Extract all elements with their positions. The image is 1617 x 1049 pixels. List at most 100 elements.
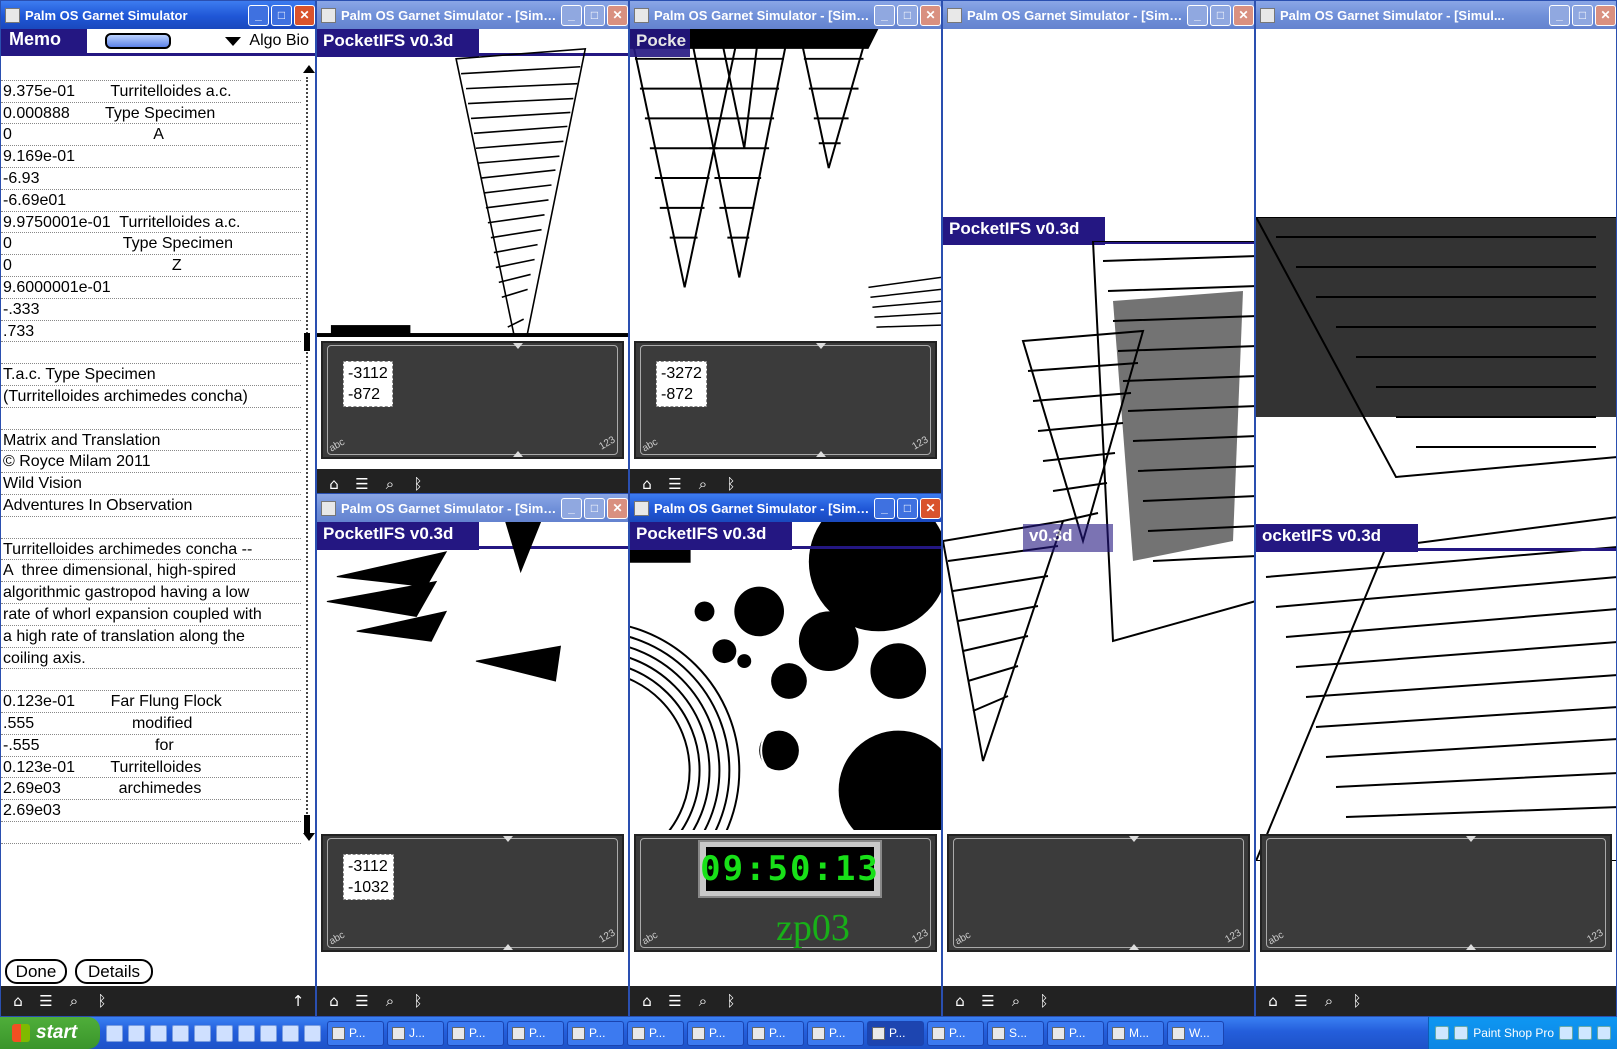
sim1-title-bar[interactable]: Palm OS Garnet Simulator - [Simul... _ □… (317, 1, 628, 29)
graffiti-area[interactable]: abc 123 (1260, 834, 1612, 952)
tray-app-label[interactable]: Paint Shop Pro (1473, 1026, 1554, 1040)
tray-icon[interactable] (1454, 1026, 1469, 1040)
up-arrow-icon[interactable]: ↑ (287, 992, 309, 1010)
menu-icon[interactable]: ☰ (351, 475, 373, 493)
bluetooth-icon[interactable]: ᛒ (1346, 992, 1368, 1010)
taskbar-window-button[interactable]: P... (447, 1020, 504, 1046)
menu-icon[interactable]: ☰ (1290, 992, 1312, 1010)
bluetooth-icon[interactable]: ᛒ (407, 475, 429, 493)
taskbar-window-button[interactable]: W... (1167, 1020, 1224, 1046)
close-icon[interactable]: ✕ (1595, 4, 1616, 26)
tray-icon[interactable] (1578, 1026, 1592, 1040)
minimize-icon[interactable]: _ (874, 497, 895, 519)
bluetooth-icon[interactable]: ᛒ (720, 475, 742, 493)
minimize-icon[interactable]: _ (1187, 4, 1208, 26)
memo-app-label[interactable]: Memo (1, 29, 87, 55)
bluetooth-icon[interactable]: ᛒ (720, 992, 742, 1010)
bluetooth-icon[interactable]: ᛒ (91, 992, 113, 1010)
taskbar-window-button[interactable]: P... (867, 1020, 924, 1046)
menu-icon[interactable]: ☰ (664, 475, 686, 493)
quick-launch-icon[interactable] (282, 1024, 299, 1042)
sim3-title-bar[interactable]: Palm OS Garnet Simulator - [Simul... _ □… (943, 1, 1254, 29)
quick-launch-icon[interactable] (194, 1024, 211, 1042)
menu-icon[interactable]: ☰ (977, 992, 999, 1010)
quick-launch-icon[interactable] (216, 1024, 233, 1042)
taskbar-window-button[interactable]: S... (987, 1020, 1044, 1046)
scrollbar-track[interactable] (306, 77, 308, 817)
maximize-icon[interactable]: □ (584, 4, 605, 26)
maximize-icon[interactable]: □ (1572, 4, 1593, 26)
tray-icon[interactable] (1435, 1026, 1450, 1040)
graffiti-area[interactable]: -3112 -872 abc 123 (321, 341, 624, 459)
category-selector[interactable]: Algo Bio (241, 32, 315, 50)
menu-icon[interactable]: ☰ (664, 992, 686, 1010)
close-icon[interactable]: ✕ (607, 497, 628, 519)
home-icon[interactable]: ⌂ (636, 992, 658, 1010)
taskbar-window-button[interactable]: P... (1047, 1020, 1104, 1046)
graffiti-area[interactable]: -3112 -1032 abc 123 (321, 834, 624, 952)
details-button[interactable]: Details (75, 959, 153, 984)
bluetooth-icon[interactable]: ᛒ (407, 992, 429, 1010)
graffiti-area[interactable]: -3272 -872 abc 123 (634, 341, 937, 459)
quick-launch-icon[interactable] (260, 1024, 277, 1042)
close-icon[interactable]: ✕ (920, 497, 941, 519)
taskbar-window-button[interactable]: P... (687, 1020, 744, 1046)
taskbar-window-button[interactable]: P... (627, 1020, 684, 1046)
close-icon[interactable]: ✕ (920, 4, 941, 26)
taskbar-window-button[interactable]: P... (747, 1020, 804, 1046)
taskbar-window-button[interactable]: M... (1107, 1020, 1164, 1046)
minimize-icon[interactable]: _ (248, 4, 269, 26)
find-icon[interactable]: ⌕ (379, 475, 401, 493)
home-icon[interactable]: ⌂ (323, 475, 345, 493)
minimize-icon[interactable]: _ (874, 4, 895, 26)
taskbar-window-button[interactable]: P... (507, 1020, 564, 1046)
quick-launch-icon[interactable] (238, 1024, 255, 1042)
taskbar-window-button[interactable]: J... (387, 1020, 444, 1046)
minimize-icon[interactable]: _ (561, 497, 582, 519)
tray-icon[interactable] (1597, 1026, 1611, 1040)
close-icon[interactable]: ✕ (1233, 4, 1254, 26)
sim4-title-bar[interactable]: Palm OS Garnet Simulator - [Simul... _ □… (1256, 1, 1616, 29)
tray-icon[interactable] (1559, 1026, 1573, 1040)
find-icon[interactable]: ⌕ (1005, 992, 1027, 1010)
scroll-down-icon[interactable] (303, 833, 315, 841)
home-icon[interactable]: ⌂ (323, 992, 345, 1010)
maximize-icon[interactable]: □ (584, 497, 605, 519)
start-button[interactable]: start (0, 1017, 100, 1049)
memo-title-bar[interactable]: Palm OS Garnet Simulator _ □ ✕ (1, 1, 315, 29)
quick-launch-icon[interactable] (106, 1024, 123, 1042)
sim5-title-bar[interactable]: Palm OS Garnet Simulator - [Simul... _ □… (317, 494, 628, 522)
maximize-icon[interactable]: □ (897, 4, 918, 26)
quick-launch-icon[interactable] (128, 1024, 145, 1042)
done-button[interactable]: Done (5, 959, 67, 984)
taskbar-window-button[interactable]: P... (567, 1020, 624, 1046)
minimize-icon[interactable]: _ (561, 4, 582, 26)
sim6-title-bar[interactable]: Palm OS Garnet Simulator - [Simul... _ □… (630, 494, 941, 522)
quick-launch-icon[interactable] (150, 1024, 167, 1042)
home-icon[interactable]: ⌂ (1262, 992, 1284, 1010)
find-icon[interactable]: ⌕ (692, 475, 714, 493)
maximize-icon[interactable]: □ (897, 497, 918, 519)
bluetooth-icon[interactable]: ᛒ (1033, 992, 1055, 1010)
quick-launch-icon[interactable] (172, 1024, 189, 1042)
close-icon[interactable]: ✕ (294, 4, 315, 26)
find-icon[interactable]: ⌕ (1318, 992, 1340, 1010)
scrollbar-thumb[interactable] (304, 333, 310, 351)
maximize-icon[interactable]: □ (271, 4, 292, 26)
find-icon[interactable]: ⌕ (63, 992, 85, 1010)
taskbar-window-button[interactable]: P... (927, 1020, 984, 1046)
scroll-up-icon[interactable] (303, 65, 315, 73)
menu-icon[interactable]: ☰ (351, 992, 373, 1010)
home-icon[interactable]: ⌂ (636, 475, 658, 493)
home-icon[interactable]: ⌂ (949, 992, 971, 1010)
home-icon[interactable]: ⌂ (7, 992, 29, 1010)
menu-icon[interactable]: ☰ (35, 992, 57, 1010)
memo-scrollbar[interactable] (303, 65, 315, 841)
taskbar-window-button[interactable]: P... (327, 1020, 384, 1046)
maximize-icon[interactable]: □ (1210, 4, 1231, 26)
sim2-title-bar[interactable]: Palm OS Garnet Simulator - [Simul... _ □… (630, 1, 941, 29)
memo-text-area[interactable]: 9.375e-01 Turritelloides a.c. 0.000888 Ty… (1, 59, 301, 859)
quick-launch-icon[interactable] (304, 1024, 321, 1042)
find-icon[interactable]: ⌕ (379, 992, 401, 1010)
find-icon[interactable]: ⌕ (692, 992, 714, 1010)
